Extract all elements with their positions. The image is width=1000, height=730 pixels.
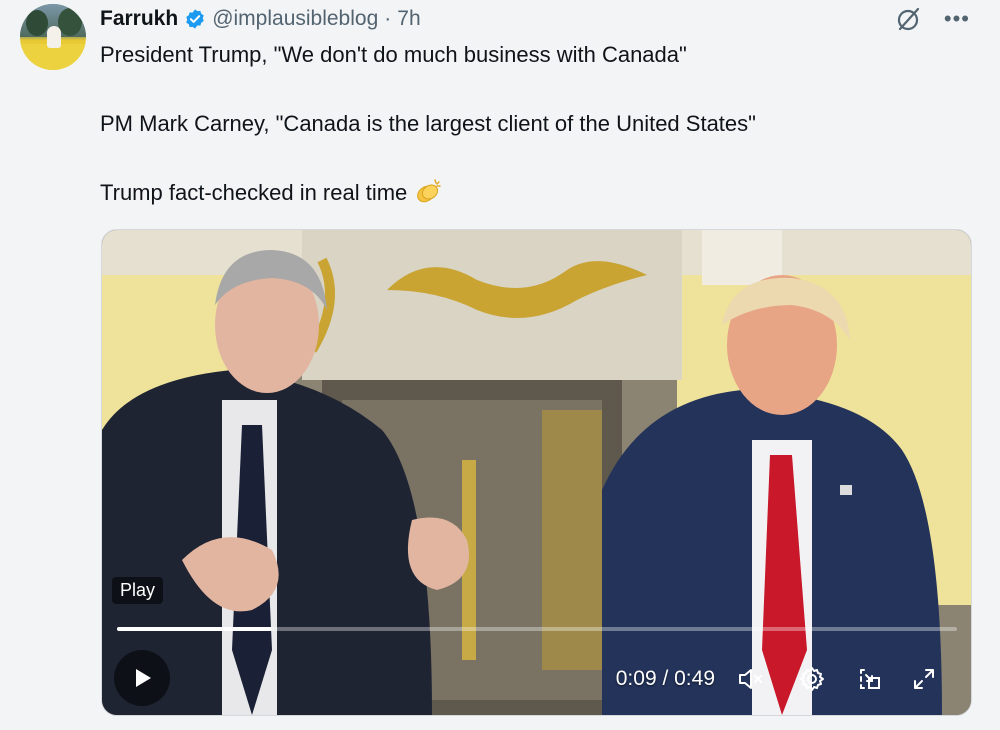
timestamp[interactable]: 7h bbox=[397, 7, 420, 31]
avatar-person bbox=[47, 26, 61, 48]
picture-in-picture-icon bbox=[860, 669, 880, 689]
avatar-tree bbox=[26, 10, 48, 36]
time-display: 0:09 / 0:49 bbox=[615, 667, 715, 690]
author-handle[interactable]: @implausibleblog bbox=[212, 7, 378, 31]
tweet-text-line: PM Mark Carney, "Canada is the largest c… bbox=[100, 111, 756, 136]
tweet-text-line: President Trump, "We don't do much busin… bbox=[100, 42, 687, 67]
clapping-hands-icon bbox=[417, 179, 442, 203]
gear-icon bbox=[800, 667, 824, 691]
tweet-header: Farrukh @implausibleblog · 7h bbox=[100, 4, 421, 34]
grok-icon[interactable] bbox=[896, 6, 922, 32]
tweet-text-line: Trump fact-checked in real time bbox=[100, 177, 443, 206]
avatar-tree bbox=[58, 8, 82, 36]
video-player[interactable]: Play 0:09 / 0:49 bbox=[101, 229, 972, 716]
verified-badge-icon bbox=[186, 9, 204, 29]
tweet-actions: ••• bbox=[896, 6, 970, 32]
play-button[interactable] bbox=[114, 650, 170, 706]
volume-muted-icon bbox=[739, 669, 762, 689]
progress-bar[interactable] bbox=[117, 627, 957, 631]
mute-button[interactable] bbox=[733, 662, 767, 696]
picture-in-picture-button[interactable] bbox=[853, 662, 887, 696]
play-icon bbox=[136, 669, 151, 687]
play-label: Play bbox=[112, 577, 164, 604]
video-frame bbox=[102, 230, 971, 715]
more-options-icon[interactable]: ••• bbox=[944, 8, 970, 30]
avatar[interactable] bbox=[20, 4, 86, 70]
separator-dot: · bbox=[384, 7, 392, 30]
expand-icon bbox=[914, 669, 934, 689]
author-name[interactable]: Farrukh bbox=[100, 7, 178, 31]
progress-fill bbox=[117, 627, 272, 631]
tweet-text-content: Trump fact-checked in real time bbox=[100, 180, 408, 205]
settings-button[interactable] bbox=[795, 662, 829, 696]
fullscreen-button[interactable] bbox=[907, 662, 941, 696]
